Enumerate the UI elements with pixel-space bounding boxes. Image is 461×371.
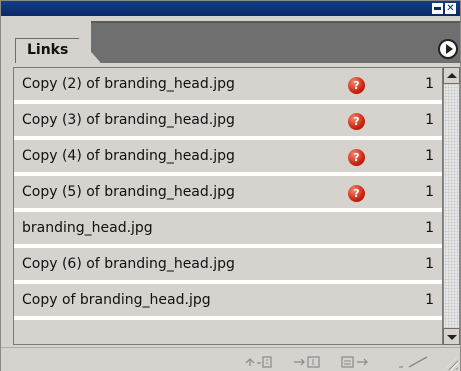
link-page-count: 1	[425, 256, 434, 272]
go-to-link-icon[interactable]	[293, 355, 323, 369]
minimize-icon[interactable]	[432, 3, 443, 14]
links-list: Copy (2) of branding_head.jpg ? 1 Copy (…	[13, 67, 443, 345]
scroll-up-icon[interactable]	[443, 67, 460, 84]
link-name: Copy (5) of branding_head.jpg	[22, 184, 235, 200]
list-item[interactable]: Copy (4) of branding_head.jpg ? 1	[14, 140, 442, 174]
panel-menu-icon[interactable]	[438, 39, 458, 59]
panel-title-bar[interactable]: ✕	[1, 1, 460, 16]
scroll-down-icon[interactable]	[443, 328, 460, 345]
link-page-count: 1	[425, 184, 434, 200]
link-name: Copy (2) of branding_head.jpg	[22, 76, 235, 92]
close-icon[interactable]: ✕	[445, 3, 456, 14]
missing-link-icon: ?	[348, 149, 365, 166]
missing-link-icon: ?	[348, 77, 365, 94]
vertical-scrollbar[interactable]	[443, 67, 460, 345]
tab-bar-background	[91, 21, 460, 63]
link-name: Copy (6) of branding_head.jpg	[22, 256, 235, 272]
link-page-count: 1	[425, 292, 434, 308]
link-name: Copy of branding_head.jpg	[22, 292, 211, 308]
relink-icon[interactable]	[244, 355, 274, 369]
link-name: Copy (3) of branding_head.jpg	[22, 112, 235, 128]
links-panel: ✕ Links Copy (2) of branding_head.jpg ? …	[0, 0, 461, 371]
missing-link-icon: ?	[348, 113, 365, 130]
list-item[interactable]: Copy (3) of branding_head.jpg ? 1	[14, 104, 442, 138]
tab-links-label: Links	[27, 42, 69, 58]
link-page-count: 1	[425, 148, 434, 164]
link-page-count: 1	[425, 112, 434, 128]
list-item[interactable]: Copy (2) of branding_head.jpg ? 1	[14, 68, 442, 102]
edit-original-icon[interactable]	[397, 355, 433, 369]
list-item[interactable]: Copy (6) of branding_head.jpg 1	[14, 248, 442, 282]
link-name: branding_head.jpg	[22, 220, 153, 236]
list-empty-area	[14, 320, 442, 344]
link-page-count: 1	[425, 76, 434, 92]
link-name: Copy (4) of branding_head.jpg	[22, 148, 235, 164]
list-item[interactable]: branding_head.jpg 1	[14, 212, 442, 246]
missing-link-icon: ?	[348, 185, 365, 202]
list-item[interactable]: Copy of branding_head.jpg 1	[14, 284, 442, 318]
link-page-count: 1	[425, 220, 434, 236]
links-toolbar	[1, 347, 460, 371]
update-link-icon[interactable]	[340, 355, 376, 369]
list-item[interactable]: Copy (5) of branding_head.jpg ? 1	[14, 176, 442, 210]
